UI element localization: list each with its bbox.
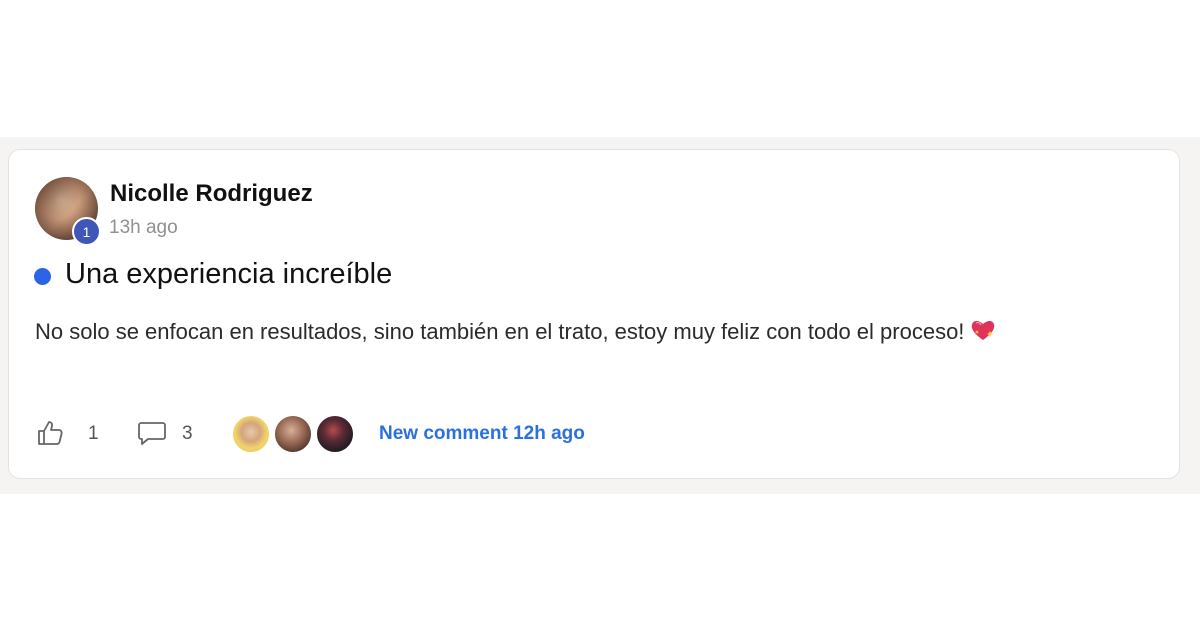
sparkling-heart-icon — [970, 318, 996, 348]
level-badge: 1 — [72, 217, 101, 246]
post-title[interactable]: Una experiencia increíble — [65, 258, 392, 291]
commenter-avatars[interactable] — [231, 414, 361, 454]
thumbs-up-icon — [35, 418, 65, 453]
new-comment-link[interactable]: New comment 12h ago — [379, 423, 585, 445]
author-name[interactable]: Nicolle Rodriguez — [110, 180, 313, 208]
comment-count: 3 — [182, 423, 193, 444]
post-card[interactable]: 1 Nicolle Rodriguez 13h ago Una experien… — [8, 149, 1180, 479]
post-body: No solo se enfocan en resultados, sino t… — [35, 318, 996, 348]
post-body-text: No solo se enfocan en resultados, sino t… — [35, 319, 965, 344]
commenter-avatar[interactable] — [273, 414, 313, 454]
comment-button[interactable] — [135, 418, 169, 452]
post-timestamp: 13h ago — [109, 217, 178, 238]
like-button[interactable] — [33, 418, 67, 452]
speech-bubble-icon — [137, 419, 167, 452]
commenter-avatar[interactable] — [315, 414, 355, 454]
commenter-avatar[interactable] — [231, 414, 271, 454]
like-count: 1 — [88, 423, 99, 444]
unread-dot — [34, 268, 51, 285]
